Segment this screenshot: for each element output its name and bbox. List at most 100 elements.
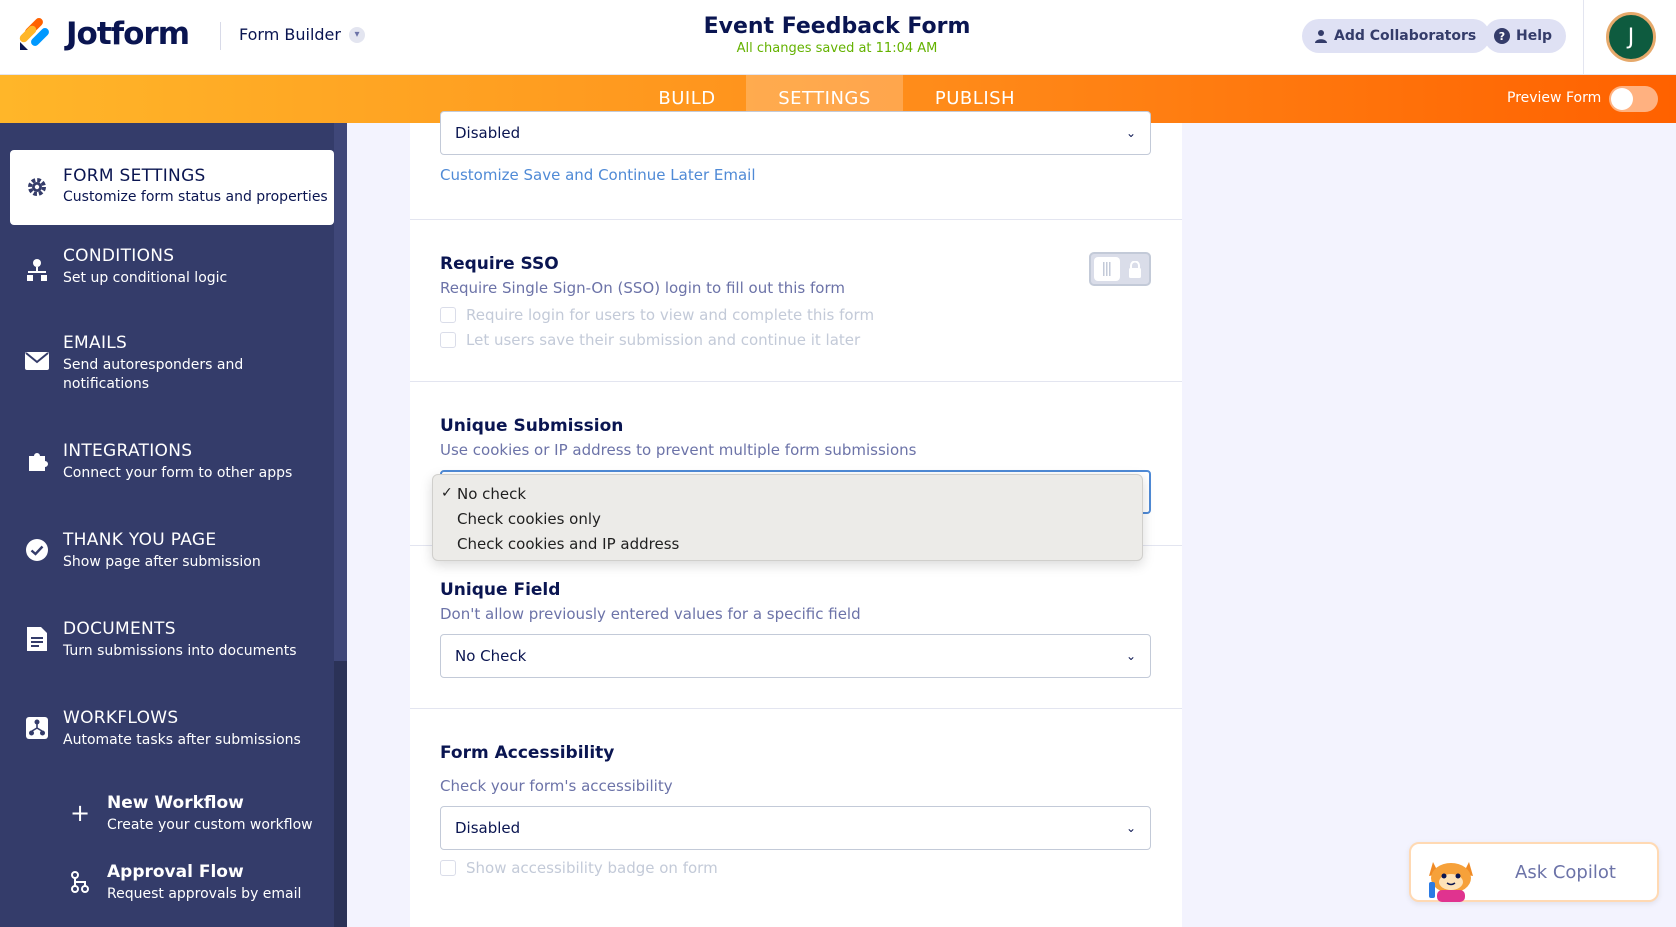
subitem-desc: Create your custom workflow [107, 817, 313, 833]
unique-submission-desc: Use cookies or IP address to prevent mul… [440, 441, 917, 459]
ask-copilot-label: Ask Copilot [1515, 862, 1616, 883]
require-sso-desc: Require Single Sign-On (SSO) login to fi… [440, 279, 845, 297]
subitem-title: Approval Flow [107, 862, 244, 882]
gear-icon [24, 174, 50, 200]
sidebar-item-title: DOCUMENTS [63, 619, 176, 639]
checkbox-label: Require login for users to view and comp… [466, 306, 875, 324]
logo-text: Jotform [66, 16, 190, 52]
sidebar-item-desc: Show page after submission [63, 554, 261, 570]
unique-submission-title: Unique Submission [440, 416, 624, 436]
dropdown-option-cookies-and-ip[interactable]: Check cookies and IP address [457, 535, 679, 553]
avatar[interactable]: J [1606, 12, 1656, 62]
title-block: Event Feedback Form All changes saved at… [637, 14, 1037, 56]
sidebar-item-form-settings[interactable]: FORM SETTINGS Customize form status and … [10, 150, 334, 225]
workflow-icon [24, 715, 50, 741]
sidebar-item-desc: Customize form status and properties [63, 189, 328, 205]
chevron-down-icon: ⌄ [1125, 821, 1136, 835]
sidebar-item-thank-you-page[interactable]: THANK YOU PAGE Show page after submissio… [10, 523, 334, 583]
add-collaborators-label: Add Collaborators [1334, 28, 1477, 44]
sidebar-item-desc: Automate tasks after submissions [63, 732, 301, 748]
customize-save-continue-email-link[interactable]: Customize Save and Continue Later Email [440, 166, 756, 184]
sidebar-item-integrations[interactable]: INTEGRATIONS Connect your form to other … [10, 434, 334, 494]
form-accessibility-select[interactable]: Disabled ⌄ [440, 806, 1151, 850]
sidebar-item-title: INTEGRATIONS [63, 441, 193, 461]
sidebar-item-title: FORM SETTINGS [63, 166, 206, 186]
form-accessibility-desc: Check your form's accessibility [440, 777, 673, 795]
preview-form-toggle[interactable] [1609, 86, 1658, 112]
header-divider [220, 22, 221, 50]
sidebar-item-title: EMAILS [63, 333, 128, 353]
header-divider [1583, 0, 1584, 75]
section-divider [410, 708, 1182, 709]
puzzle-icon [24, 448, 50, 474]
jotform-logo-icon [19, 18, 49, 50]
document-icon [24, 626, 50, 652]
sidebar-item-title: WORKFLOWS [63, 708, 179, 728]
require-login-option[interactable]: Require login for users to view and comp… [440, 306, 874, 324]
sidebar-item-desc: Send autoresponders and [63, 357, 244, 373]
checkbox[interactable] [440, 307, 456, 323]
chevron-down-icon: ⌄ [1125, 649, 1136, 663]
form-title[interactable]: Event Feedback Form [637, 14, 1037, 39]
section-divider [410, 219, 1182, 220]
jotform-logo[interactable]: Jotform [18, 16, 190, 52]
approval-icon [70, 871, 90, 897]
sidebar-item-desc: notifications [63, 376, 150, 392]
sidebar-item-desc: Connect your form to other apps [63, 465, 293, 481]
unique-field-title: Unique Field [440, 580, 561, 600]
section-divider [410, 381, 1182, 382]
ask-copilot-button[interactable]: Ask Copilot [1409, 842, 1659, 902]
help-button[interactable]: ? Help [1484, 19, 1567, 53]
save-continue-option[interactable]: Let users save their submission and cont… [440, 331, 860, 349]
envelope-icon [24, 348, 50, 374]
sidebar-item-emails[interactable]: EMAILS Send autoresponders and notificat… [10, 326, 334, 396]
sidebar-item-documents[interactable]: DOCUMENTS Turn submissions into document… [10, 612, 334, 672]
sidebar-item-conditions[interactable]: CONDITIONS Set up conditional logic [10, 239, 334, 299]
select-value: Disabled [455, 819, 521, 837]
preview-form-label: Preview Form [1507, 90, 1602, 106]
add-collaborators-button[interactable]: Add Collaborators [1302, 19, 1491, 53]
form-builder-label: Form Builder [239, 25, 341, 44]
settings-sidebar: FORM SETTINGS Customize form status and … [0, 123, 347, 927]
checkbox[interactable] [440, 860, 456, 876]
saved-status: All changes saved at 11:04 AM [736, 41, 938, 56]
checkmark-icon: ✓ [441, 485, 453, 501]
require-sso-toggle[interactable] [1089, 252, 1151, 286]
conditions-icon [24, 257, 50, 283]
checkbox-label: Let users save their submission and cont… [466, 331, 861, 349]
select-value: Disabled [455, 124, 521, 142]
accessibility-badge-option[interactable]: Show accessibility badge on form [440, 859, 718, 877]
chevron-down-icon: ⌄ [1125, 126, 1136, 140]
sidebar-item-desc: Set up conditional logic [63, 270, 228, 286]
checkbox[interactable] [440, 332, 456, 348]
sidebar-item-workflows[interactable]: WORKFLOWS Automate tasks after submissio… [10, 701, 334, 761]
dropdown-option-cookies-only[interactable]: Check cookies only [457, 510, 601, 528]
check-circle-icon [24, 537, 50, 563]
save-continue-select[interactable]: Disabled ⌄ [440, 111, 1151, 155]
unique-submission-dropdown-menu: ✓ No check Check cookies only Check cook… [432, 474, 1143, 561]
grip-icon [1103, 262, 1111, 276]
question-icon: ? [1494, 28, 1510, 44]
chevron-down-icon: ▾ [348, 26, 365, 43]
plus-icon: + [70, 799, 91, 827]
sidebar-item-title: CONDITIONS [63, 246, 175, 266]
copilot-cat-icon [1429, 862, 1473, 902]
help-label: Help [1516, 28, 1553, 44]
dropdown-option-no-check[interactable]: No check [457, 485, 526, 503]
sidebar-item-desc: Turn submissions into documents [63, 643, 297, 659]
select-value: No Check [455, 647, 527, 665]
form-accessibility-title: Form Accessibility [440, 743, 615, 763]
form-builder-menu[interactable]: Form Builder ▾ [239, 25, 365, 44]
user-icon [1315, 30, 1327, 43]
subitem-desc: Request approvals by email [107, 886, 302, 902]
toggle-knob [1611, 88, 1633, 110]
subitem-title: New Workflow [107, 793, 244, 813]
require-sso-title: Require SSO [440, 254, 559, 274]
lock-icon [1129, 261, 1141, 278]
sidebar-item-title: THANK YOU PAGE [63, 530, 217, 550]
unique-field-select[interactable]: No Check ⌄ [440, 634, 1151, 678]
sidebar-scrollbar-thumb[interactable] [334, 123, 347, 661]
unique-field-desc: Don't allow previously entered values fo… [440, 605, 861, 623]
checkbox-label: Show accessibility badge on form [466, 859, 718, 877]
top-header: Jotform Form Builder ▾ Event Feedback Fo… [0, 0, 1676, 75]
